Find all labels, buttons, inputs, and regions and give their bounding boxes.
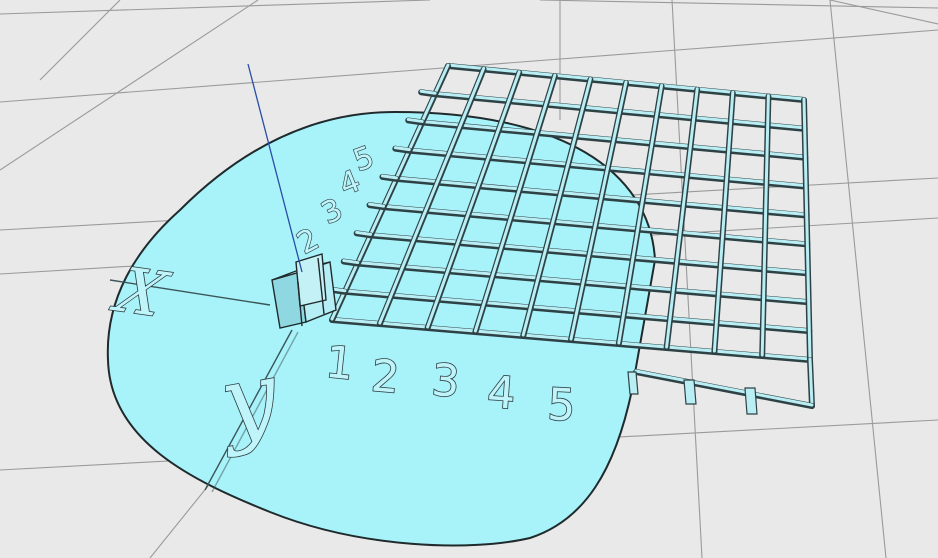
grid-left-stub-top [342, 259, 360, 265]
grid-column-bar-top [712, 90, 735, 353]
grid-left-stub-top [406, 117, 424, 123]
bottom-number-1: 1 [323, 337, 356, 391]
floor-line [539, 0, 938, 9]
bottom-number-2: 2 [369, 350, 401, 403]
floor-line [829, 0, 938, 25]
grid-left-stub-top [355, 230, 373, 236]
floor-line [149, 485, 209, 558]
floor-line [0, 0, 431, 15]
grid-left-stub-top [380, 174, 398, 180]
bottom-number-3: 3 [430, 355, 461, 408]
floor-line [829, 0, 887, 558]
grid-column-bar-top [665, 87, 699, 349]
grid-left-stub-top [393, 146, 411, 152]
3d-viewport[interactable]: X y 1 2 3 4 5 2 3 4 5 [0, 0, 938, 558]
grid-left-stub-top [419, 89, 437, 95]
bottom-number-5: 5 [546, 379, 577, 431]
bottom-number-4: 4 [486, 367, 517, 420]
grid-right-extension-top [808, 357, 814, 407]
grid-bottom-extension-top [634, 369, 814, 407]
grid-left-stub-top [368, 202, 386, 208]
